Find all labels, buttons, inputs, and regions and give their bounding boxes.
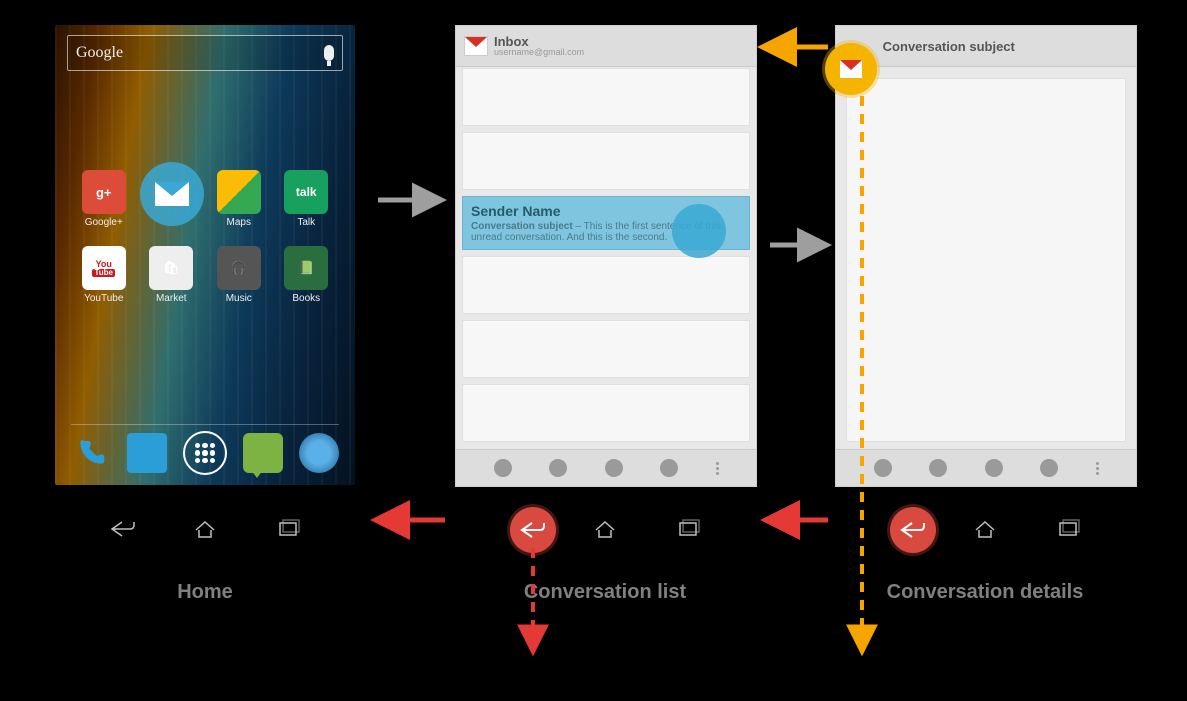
system-navbar-detail xyxy=(835,513,1135,549)
nav-recents[interactable] xyxy=(273,518,303,545)
action-icon[interactable] xyxy=(1040,459,1058,477)
column-home: Google g+Google+ MGmail Maps talkTalk Yo… xyxy=(55,25,355,604)
conversation-rows: Sender Name Conversation subject – This … xyxy=(462,68,750,446)
list-item[interactable] xyxy=(462,256,750,314)
nav-recents[interactable] xyxy=(673,518,703,545)
overflow-icon[interactable] xyxy=(716,462,719,475)
dock-phone[interactable] xyxy=(71,433,111,473)
search-bar[interactable]: Google xyxy=(67,35,343,71)
action-icon[interactable] xyxy=(874,459,892,477)
overflow-icon[interactable] xyxy=(1096,462,1099,475)
message-body[interactable] xyxy=(846,78,1126,442)
back-highlight xyxy=(890,507,936,553)
app-maps[interactable]: Maps xyxy=(208,170,270,228)
dock-contacts[interactable] xyxy=(127,433,167,473)
dock-all-apps[interactable] xyxy=(183,431,227,475)
list-item[interactable] xyxy=(462,320,750,378)
detail-phone: ‹ Conversation subject xyxy=(835,25,1135,505)
mic-icon[interactable] xyxy=(324,45,334,61)
system-navbar-list xyxy=(455,513,755,549)
app-talk[interactable]: talkTalk xyxy=(276,170,338,228)
dock-divider xyxy=(71,424,339,425)
caption-list: Conversation list xyxy=(524,581,686,604)
nav-back[interactable] xyxy=(108,518,138,545)
nav-home[interactable] xyxy=(190,518,220,545)
home-phone: Google g+Google+ MGmail Maps talkTalk Yo… xyxy=(55,25,355,505)
dock-messaging[interactable] xyxy=(243,433,283,473)
action-icon[interactable] xyxy=(494,459,512,477)
action-icon[interactable] xyxy=(605,459,623,477)
nav-home[interactable] xyxy=(970,518,1000,545)
action-icon[interactable] xyxy=(929,459,947,477)
nav-home[interactable] xyxy=(590,518,620,545)
home-screen: Google g+Google+ MGmail Maps talkTalk Yo… xyxy=(55,25,355,485)
caption-detail: Conversation details xyxy=(887,581,1084,604)
touch-indicator xyxy=(672,204,726,258)
action-bar[interactable]: ‹ Conversation subject xyxy=(836,26,1136,67)
ab-title: Conversation subject xyxy=(883,40,1015,53)
split-action-bar xyxy=(836,449,1136,486)
list-item[interactable] xyxy=(462,68,750,126)
app-music[interactable]: 🎧Music xyxy=(208,246,270,304)
dock xyxy=(55,431,355,475)
diagram-stage: Google g+Google+ MGmail Maps talkTalk Yo… xyxy=(40,25,1150,585)
app-books[interactable]: 📗Books xyxy=(276,246,338,304)
up-highlight xyxy=(825,43,877,95)
list-phone: Inbox username@gmail.com Sender Name Con… xyxy=(455,25,755,505)
ab-subtitle: username@gmail.com xyxy=(494,48,584,57)
detail-screen: ‹ Conversation subject xyxy=(835,25,1137,487)
action-icon[interactable] xyxy=(549,459,567,477)
system-navbar-home xyxy=(55,513,355,549)
caption-home: Home xyxy=(177,581,233,604)
gmail-icon xyxy=(840,60,862,78)
gmail-icon xyxy=(464,36,488,56)
search-label: Google xyxy=(76,44,123,62)
action-icon[interactable] xyxy=(660,459,678,477)
dock-browser[interactable] xyxy=(299,433,339,473)
inbox-screen: Inbox username@gmail.com Sender Name Con… xyxy=(455,25,757,487)
list-item[interactable] xyxy=(462,132,750,190)
nav-recents[interactable] xyxy=(1053,518,1083,545)
action-icon[interactable] xyxy=(985,459,1003,477)
list-item[interactable] xyxy=(462,384,750,442)
column-list: Inbox username@gmail.com Sender Name Con… xyxy=(455,25,755,604)
app-youtube[interactable]: YouTubeYouTube xyxy=(73,246,135,304)
back-highlight xyxy=(510,507,556,553)
app-market[interactable]: 🛍Market xyxy=(141,246,203,304)
app-googleplus[interactable]: g+Google+ xyxy=(73,170,135,228)
column-detail: ‹ Conversation subject xyxy=(835,25,1135,604)
app-grid: g+Google+ MGmail Maps talkTalk YouTubeYo… xyxy=(73,170,337,304)
action-bar[interactable]: Inbox username@gmail.com xyxy=(456,26,756,67)
split-action-bar xyxy=(456,449,756,486)
